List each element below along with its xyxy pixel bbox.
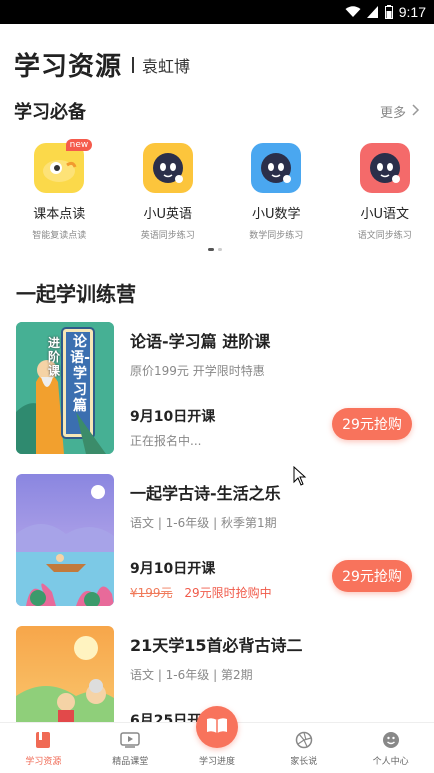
app-name: 课本点读 xyxy=(33,203,85,222)
app-name: 小U数学 xyxy=(252,203,301,222)
signal-icon xyxy=(367,6,379,18)
user-name[interactable]: 袁虹博 xyxy=(142,53,190,77)
mascot-icon xyxy=(251,143,301,193)
cover-title: 论语-学习篇 xyxy=(70,334,90,414)
buy-button[interactable]: 29元抢购 xyxy=(332,408,412,440)
app-chinese[interactable]: 小U语文 语文同步练习 xyxy=(336,143,434,241)
indicator-dot xyxy=(208,248,214,251)
tab-study-resources[interactable]: 学习资源 xyxy=(0,723,87,773)
tab-label: 精品课堂 xyxy=(112,754,148,767)
tab-label: 个人中心 xyxy=(373,754,409,767)
tab-label: 家长说 xyxy=(290,754,317,767)
course-title: 一起学古诗-生活之乐 xyxy=(130,480,281,504)
aperture-icon xyxy=(294,730,314,750)
textbook-icon: new xyxy=(34,143,84,193)
course-subtitle: 原价199元 开学限时特惠 xyxy=(130,362,265,379)
course-cover xyxy=(16,474,114,606)
course-cover: 论语-学习篇 进阶课 xyxy=(16,322,114,454)
page-title: 学习资源 xyxy=(14,46,122,83)
app-math[interactable]: 小U数学 数学同步练习 xyxy=(227,143,326,241)
smiley-icon xyxy=(381,730,401,750)
tab-parents-say[interactable]: 家长说 xyxy=(260,723,347,773)
battery-icon xyxy=(385,5,393,19)
chevron-right-icon xyxy=(412,104,420,120)
app-name: 小U英语 xyxy=(143,203,192,222)
promo-price: 29元限时抢购中 xyxy=(184,586,271,600)
learning-progress-button[interactable] xyxy=(196,706,238,748)
app-desc: 语文同步练习 xyxy=(358,228,412,241)
course-price: ¥199元 29元限时抢购中 xyxy=(130,584,272,601)
more-link[interactable]: 更多 xyxy=(380,102,420,121)
page-header: 学习资源 袁虹博 xyxy=(14,46,190,83)
app-name: 小U语文 xyxy=(360,203,409,222)
course-subtitle: 语文 | 1-6年级 | 秋季第1期 xyxy=(130,514,277,531)
book-icon xyxy=(33,730,53,750)
section-title-camp: 一起学训练营 xyxy=(16,278,136,307)
course-card[interactable]: 论语-学习篇 进阶课 论语-学习篇 进阶课 原价199元 开学限时特惠 9月10… xyxy=(16,322,418,454)
course-status: 正在报名中... xyxy=(130,432,201,449)
cover-subtitle: 进阶课 xyxy=(46,336,62,378)
course-subtitle: 语文 | 1-6年级 | 第2期 xyxy=(130,666,253,683)
mascot-icon xyxy=(143,143,193,193)
original-price: ¥199元 xyxy=(130,586,173,600)
app-desc: 英语同步练习 xyxy=(141,228,195,241)
course-start-date: 9月10日开课 xyxy=(130,558,215,578)
video-icon xyxy=(120,730,140,750)
more-label: 更多 xyxy=(380,102,406,121)
mouse-cursor-icon xyxy=(293,466,307,490)
app-english[interactable]: 小U英语 英语同步练习 xyxy=(119,143,218,241)
app-desc: 智能复读点读 xyxy=(32,228,86,241)
status-bar: 9:17 xyxy=(0,0,434,24)
section-title-essentials: 学习必备 xyxy=(14,98,86,124)
header-divider xyxy=(132,57,134,73)
tab-premium-courses[interactable]: 精品课堂 xyxy=(87,723,174,773)
buy-button[interactable]: 29元抢购 xyxy=(332,560,412,592)
tab-label: 学习资源 xyxy=(25,754,61,767)
course-cover xyxy=(16,626,114,722)
tab-label: 学习进度 xyxy=(199,754,235,767)
indicator-dot xyxy=(218,248,222,251)
course-title: 论语-学习篇 进阶课 xyxy=(130,328,270,352)
course-card[interactable]: 一起学古诗-生活之乐 语文 | 1-6年级 | 秋季第1期 9月10日开课 ¥1… xyxy=(16,474,418,606)
course-start-date: 9月10日开课 xyxy=(130,406,215,426)
tab-profile[interactable]: 个人中心 xyxy=(347,723,434,773)
status-time: 9:17 xyxy=(399,4,426,20)
mascot-icon xyxy=(360,143,410,193)
app-desc: 数学同步练习 xyxy=(249,228,303,241)
essentials-grid: new 课本点读 智能复读点读 小U英语 英语同步练习 xyxy=(0,143,434,241)
new-badge: new xyxy=(66,139,93,151)
open-book-icon xyxy=(206,716,228,738)
app-textbook-reading[interactable]: new 课本点读 智能复读点读 xyxy=(10,143,109,241)
course-title: 21天学15首必背古诗二 xyxy=(130,632,303,656)
wifi-icon xyxy=(345,6,361,18)
page-indicator xyxy=(208,248,226,251)
